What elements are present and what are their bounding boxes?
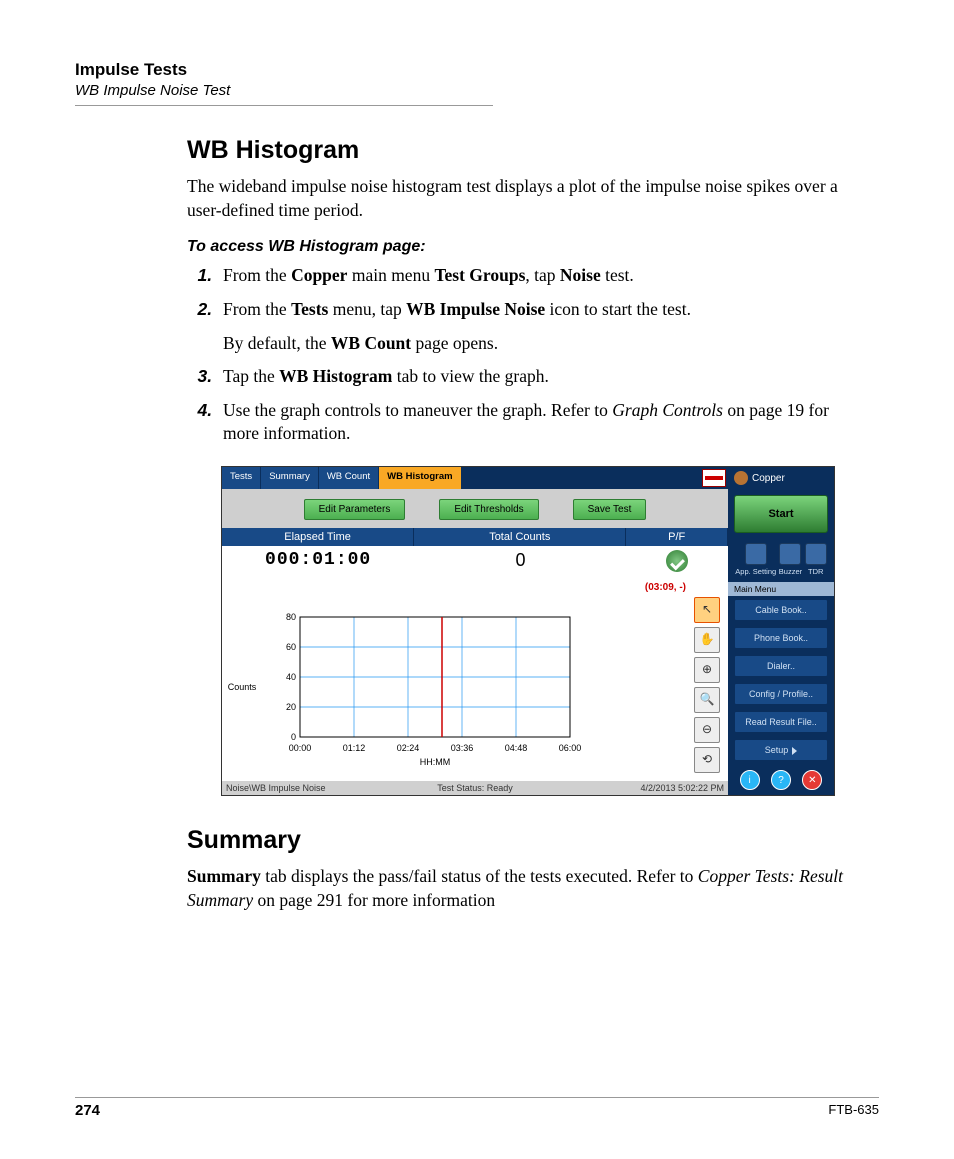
pf-status [627, 546, 728, 581]
intro-paragraph: The wideband impulse noise histogram tes… [187, 175, 869, 222]
col-pf: P/F [626, 528, 728, 546]
status-datetime: 4/2/2013 5:02:22 PM [558, 783, 724, 793]
col-elapsed-time: Elapsed Time [222, 528, 414, 546]
menu-dialer[interactable]: Dialer.. [734, 655, 828, 677]
hand-pan-icon[interactable]: ✋ [694, 627, 720, 653]
chart-ylabel: Counts [224, 597, 260, 777]
tab-summary[interactable]: Summary [261, 467, 319, 489]
zoom-out-icon[interactable]: ⊖ [694, 717, 720, 743]
step-1: From the Copper main menu Test Groups, t… [217, 264, 869, 288]
status-state: Test Status: Ready [392, 783, 558, 793]
svg-text:20: 20 [286, 702, 296, 712]
menu-cable-book[interactable]: Cable Book.. [734, 599, 828, 621]
device-screenshot: Tests Summary WB Count WB Histogram Edit… [221, 466, 835, 796]
info-icon[interactable]: i [740, 770, 760, 790]
svg-text:40: 40 [286, 672, 296, 682]
section-heading-wb-histogram: WB Histogram [187, 136, 869, 165]
edit-parameters-button[interactable]: Edit Parameters [304, 499, 406, 520]
save-test-button[interactable]: Save Test [573, 499, 647, 520]
close-icon[interactable]: ✕ [802, 770, 822, 790]
svg-text:06:00: 06:00 [559, 743, 582, 753]
zoom-reset-icon[interactable]: ⟲ [694, 747, 720, 773]
tab-wb-histogram[interactable]: WB Histogram [379, 467, 461, 489]
svg-text:0: 0 [291, 732, 296, 742]
zoom-area-icon[interactable]: 🔍 [694, 687, 720, 713]
pass-icon [666, 550, 688, 572]
zoom-in-icon[interactable]: ⊕ [694, 657, 720, 683]
svg-text:01:12: 01:12 [343, 743, 366, 753]
elapsed-time-value: 000:01:00 [222, 546, 414, 581]
summary-paragraph: Summary tab displays the pass/fail statu… [187, 865, 869, 912]
total-counts-value: 0 [414, 546, 627, 581]
flag-icon[interactable] [702, 469, 726, 487]
section-heading-summary: Summary [187, 826, 869, 855]
page-header-title: Impulse Tests [75, 60, 879, 80]
step-2: From the Tests menu, tap WB Impulse Nois… [217, 298, 869, 355]
help-icon[interactable]: ? [771, 770, 791, 790]
page-header-subtitle: WB Impulse Noise Test [75, 82, 879, 99]
tab-strip: Tests Summary WB Count WB Histogram [222, 467, 728, 489]
svg-text:04:48: 04:48 [505, 743, 528, 753]
menu-read-result-file[interactable]: Read Result File.. [734, 711, 828, 733]
tab-wb-count[interactable]: WB Count [319, 467, 379, 489]
status-path: Noise\WB Impulse Noise [226, 783, 392, 793]
step-4: Use the graph controls to maneuver the g… [217, 399, 869, 446]
step-3: Tap the WB Histogram tab to view the gra… [217, 365, 869, 389]
copper-icon [734, 471, 748, 485]
page-number: 274 [75, 1102, 100, 1119]
svg-text:80: 80 [286, 612, 296, 622]
tdr-icon[interactable] [805, 543, 827, 565]
chevron-right-icon [792, 747, 797, 755]
start-button[interactable]: Start [734, 495, 828, 533]
svg-text:03:36: 03:36 [451, 743, 474, 753]
buzzer-icon[interactable] [779, 543, 801, 565]
svg-text:60: 60 [286, 642, 296, 652]
menu-setup[interactable]: Setup [734, 739, 828, 761]
header-rule [75, 105, 493, 106]
main-menu-label: Main Menu [728, 582, 834, 596]
svg-text:HH:MM: HH:MM [420, 757, 451, 767]
tab-tests[interactable]: Tests [222, 467, 261, 489]
footer-rule [75, 1097, 879, 1098]
edit-thresholds-button[interactable]: Edit Thresholds [439, 499, 538, 520]
access-title: To access WB Histogram page: [187, 238, 869, 256]
histogram-chart[interactable]: 0 20 40 60 80 00:00 01:12 02:24 [260, 597, 688, 777]
col-total-counts: Total Counts [414, 528, 626, 546]
arrow-cursor-icon[interactable]: ↖ [694, 597, 720, 623]
app-setting-icon[interactable] [745, 543, 767, 565]
side-title: Copper [728, 467, 834, 489]
svg-text:00:00: 00:00 [289, 743, 312, 753]
cursor-readout: (03:09, -) [222, 581, 728, 595]
menu-config-profile[interactable]: Config / Profile.. [734, 683, 828, 705]
svg-text:02:24: 02:24 [397, 743, 420, 753]
model-number: FTB-635 [828, 1102, 879, 1119]
menu-phone-book[interactable]: Phone Book.. [734, 627, 828, 649]
